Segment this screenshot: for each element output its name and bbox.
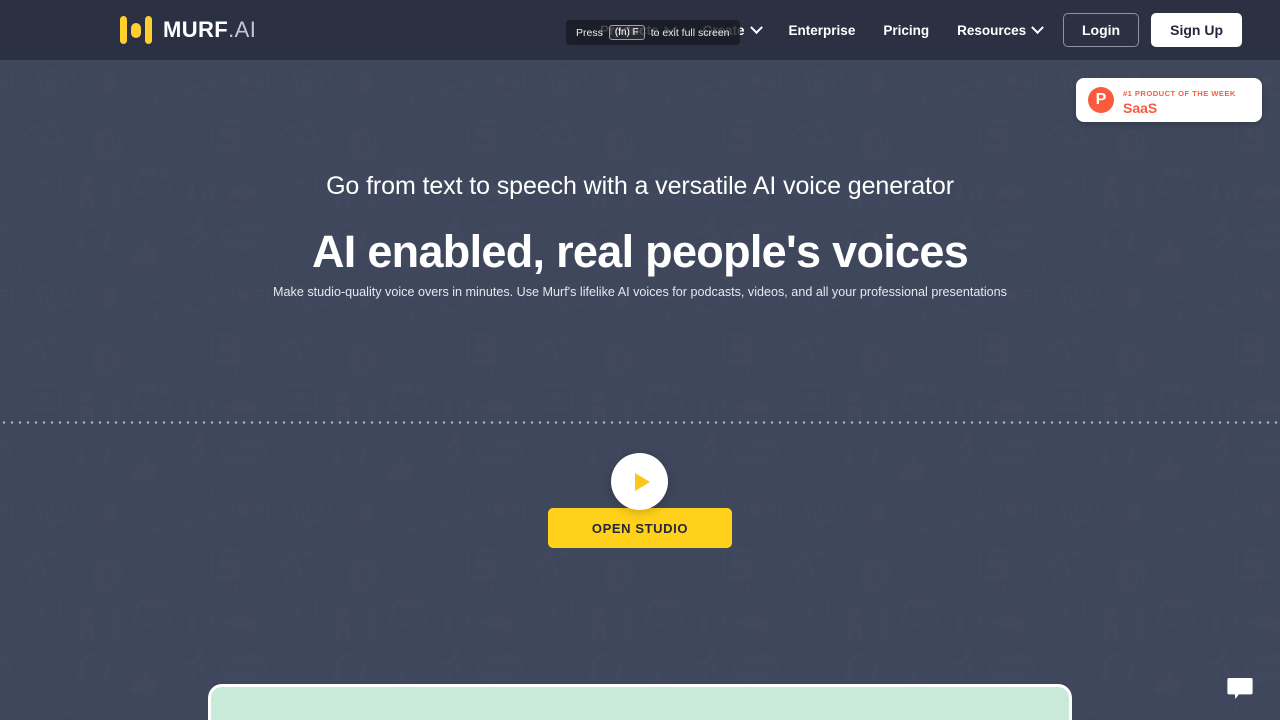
signup-button[interactable]: Sign Up	[1151, 13, 1242, 47]
product-hunt-text: #1 PRODUCT OF THE WEEK SaaS	[1123, 83, 1236, 116]
nav-label: Resources	[957, 22, 1027, 38]
brand-logo[interactable]: MURF.AI	[120, 15, 256, 45]
login-button[interactable]: Login	[1063, 13, 1140, 47]
murf-waveform-logo-icon	[120, 15, 152, 45]
badge-eyebrow: #1 PRODUCT OF THE WEEK	[1123, 89, 1236, 99]
play-icon	[634, 472, 650, 491]
play-video-button[interactable]	[611, 453, 668, 510]
nav-item-enterprise[interactable]: Enterprise	[789, 23, 856, 38]
dotted-divider	[0, 421, 1280, 424]
chat-widget-button[interactable]	[1227, 677, 1253, 701]
studio-preview-panel[interactable]	[208, 684, 1072, 720]
open-studio-button[interactable]: OPEN STUDIO	[548, 508, 732, 548]
nav-label: Pricing	[883, 22, 930, 38]
auth-actions: Login Sign Up	[1063, 13, 1242, 47]
nav-item-pricing[interactable]: Pricing	[883, 23, 929, 38]
brand-name-strong: MURF	[163, 17, 229, 42]
toast-prefix: Press	[576, 26, 603, 39]
page-root: A	[0, 0, 1280, 720]
hero-section: Go from text to speech with a versatile …	[0, 60, 1280, 720]
product-hunt-badge[interactable]: P #1 PRODUCT OF THE WEEK SaaS	[1076, 78, 1262, 122]
hero-eyebrow: Go from text to speech with a versatile …	[326, 172, 954, 200]
brand-name-suffix: .AI	[228, 17, 257, 42]
chevron-down-icon	[1031, 20, 1045, 34]
hero-subheading: Make studio-quality voice overs in minut…	[273, 285, 1007, 299]
nav-label: Enterprise	[788, 22, 856, 38]
product-hunt-icon: P	[1088, 87, 1114, 113]
page-title: AI enabled, real people's voices	[311, 226, 969, 277]
toast-key: (fn) F	[608, 25, 645, 40]
toast-suffix: to exit full screen	[650, 26, 730, 39]
nav-item-resources[interactable]: Resources	[957, 20, 1045, 38]
fullscreen-exit-toast: Press (fn) F to exit full screen	[566, 20, 740, 45]
brand-name: MURF.AI	[163, 17, 256, 43]
chat-bubble-icon	[1227, 678, 1253, 699]
chevron-down-icon	[749, 20, 763, 34]
badge-category: SaaS	[1123, 100, 1158, 117]
